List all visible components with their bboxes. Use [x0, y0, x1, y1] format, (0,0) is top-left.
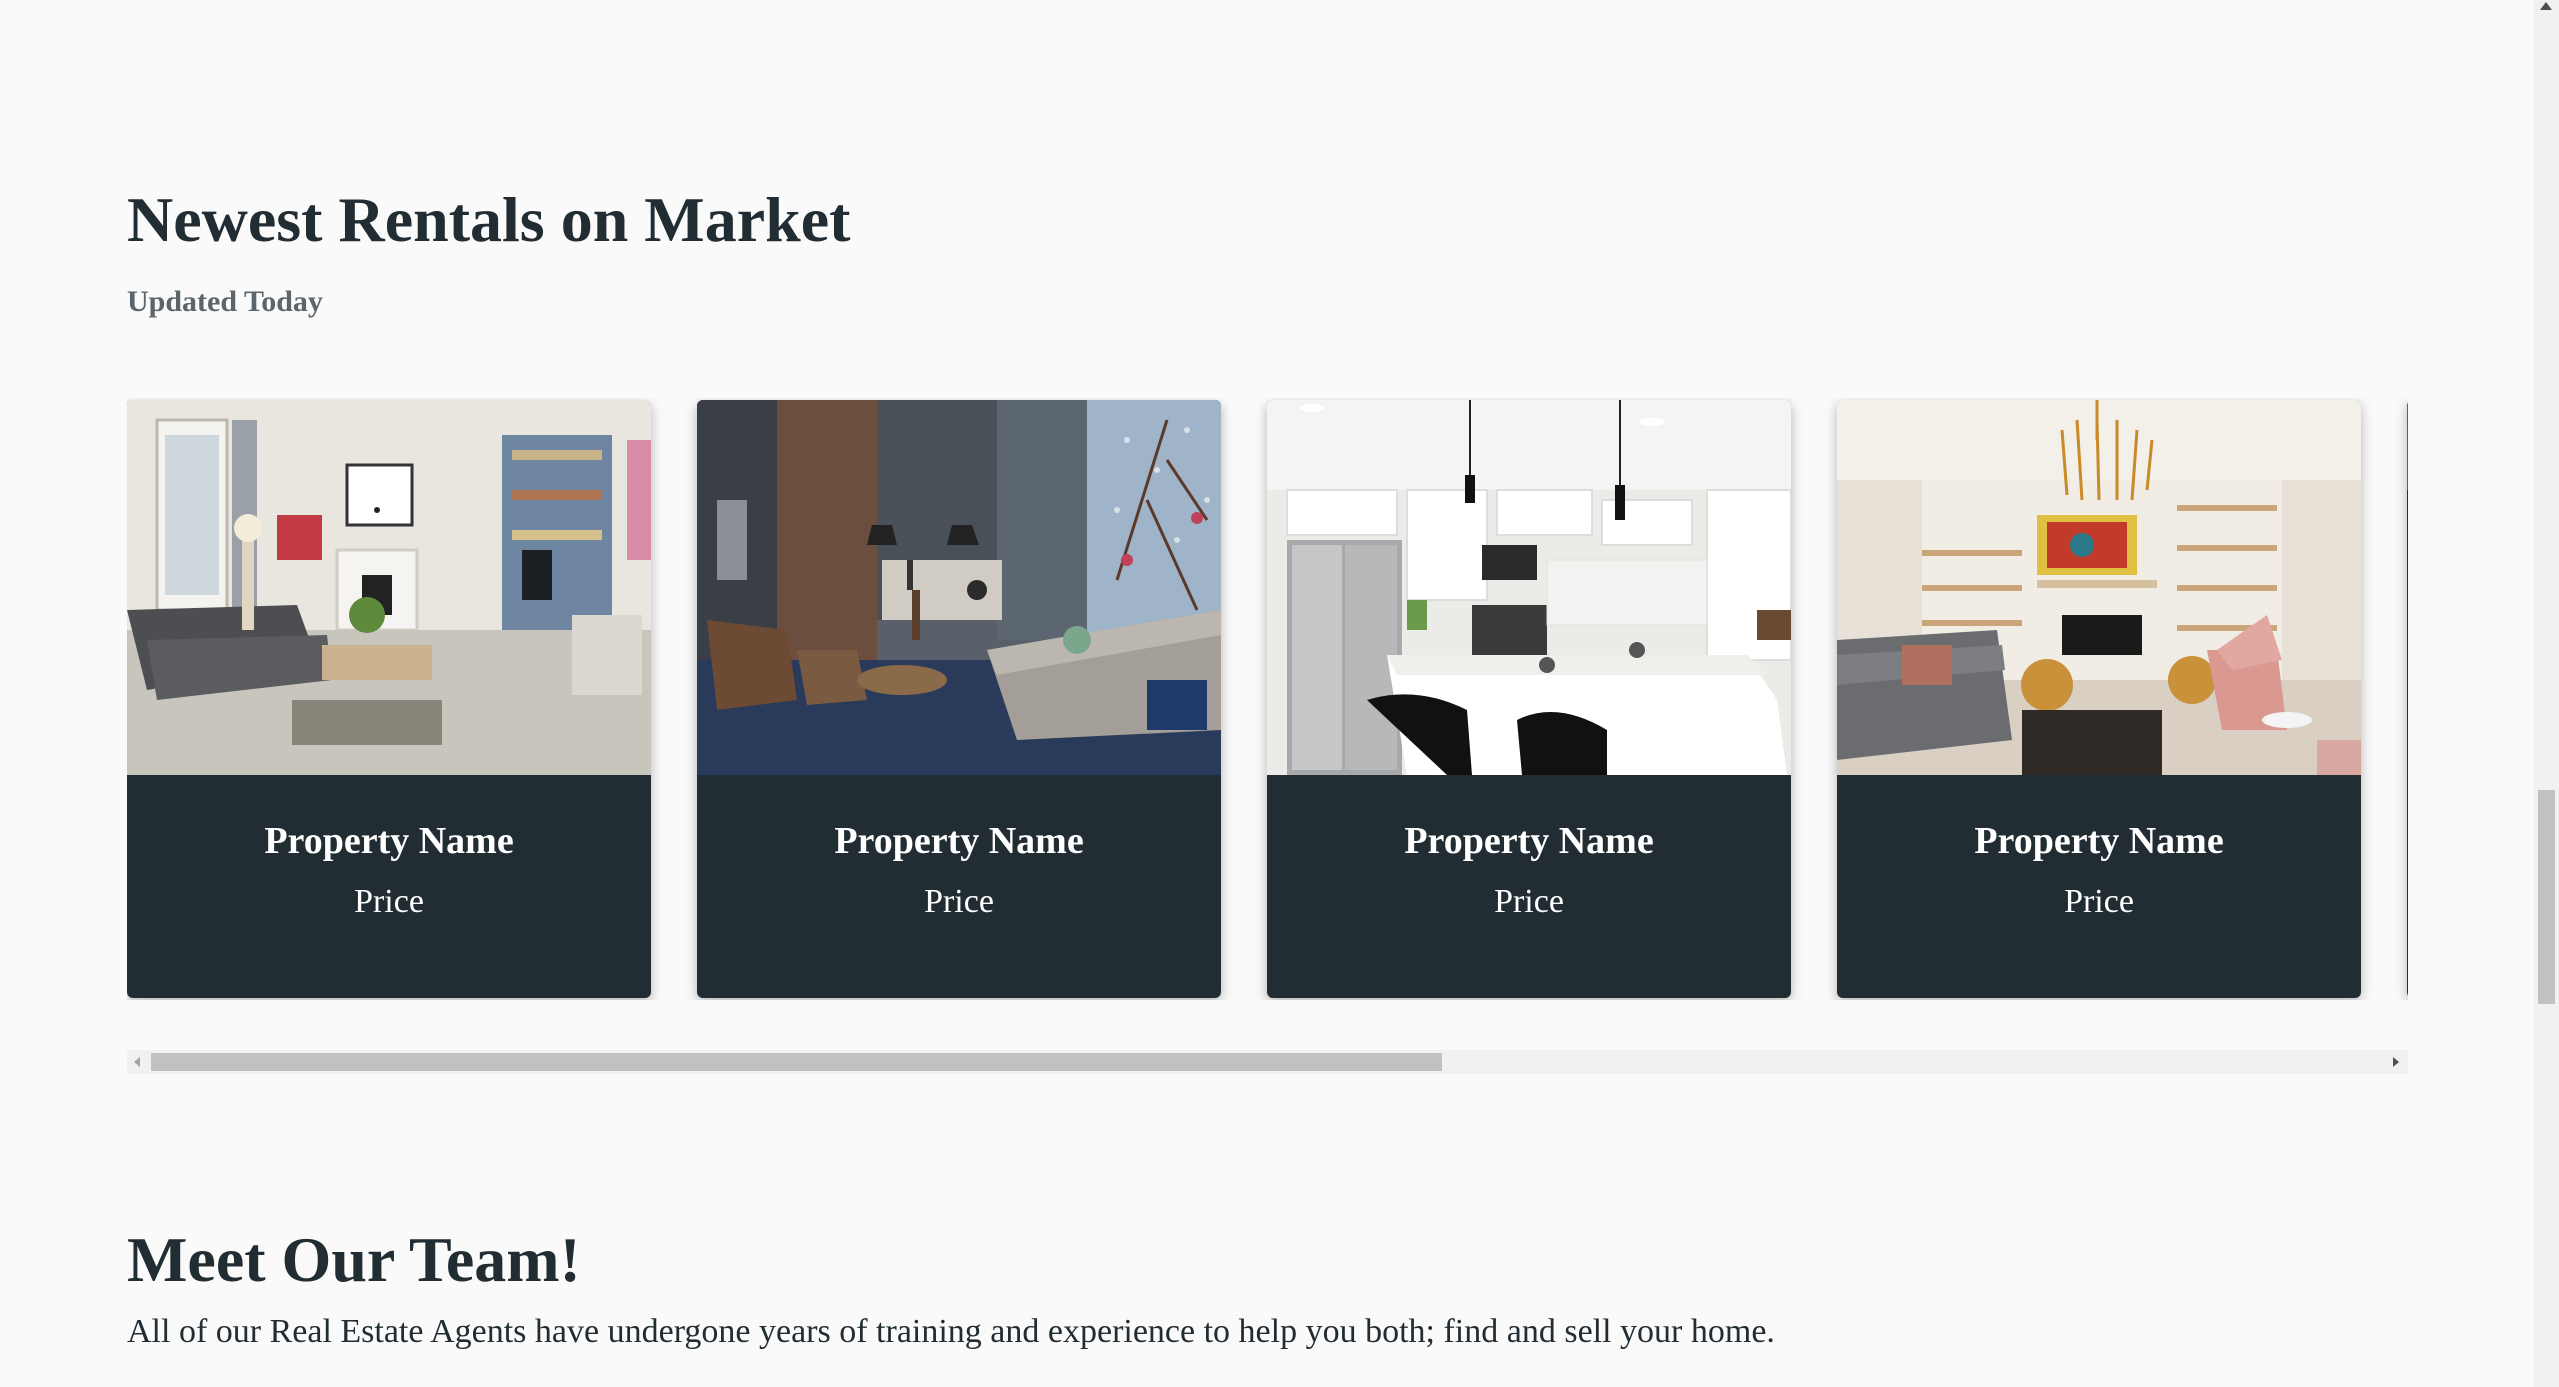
property-name[interactable]: Property Name: [127, 775, 651, 860]
property-price: Price: [1494, 883, 1564, 920]
property-name[interactable]: Property Name: [1267, 775, 1791, 860]
property-card-body: Property Name Price: [697, 775, 1221, 919]
property-card-partial[interactable]: [2407, 400, 2408, 998]
kitchen-photo: [1267, 400, 1791, 775]
rentals-carousel[interactable]: Property Name Price Property Name Price …: [127, 398, 2408, 1000]
page: Newest Rentals on Market Updated Today P…: [0, 0, 2534, 1387]
lounge-photo: [1837, 400, 2361, 775]
property-card[interactable]: Property Name Price: [1837, 400, 2361, 998]
carousel-scrollbar-thumb[interactable]: [151, 1053, 1442, 1071]
scroll-right-arrow-icon[interactable]: [2393, 1057, 2399, 1067]
rentals-heading: Newest Rentals on Market: [127, 184, 851, 255]
property-card[interactable]: Property Name Price: [127, 400, 651, 998]
property-photo-partial: [2407, 400, 2408, 775]
property-price: Price: [2064, 883, 2134, 920]
property-card-body: Property Name Price: [1267, 775, 1791, 919]
team-description: All of our Real Estate Agents have under…: [127, 1313, 1775, 1350]
property-card[interactable]: Property Name Price: [697, 400, 1221, 998]
page-scrollbar[interactable]: [2534, 0, 2559, 1387]
property-name[interactable]: Property Name: [697, 775, 1221, 860]
loft-living-room-photo: [697, 400, 1221, 775]
property-card[interactable]: Property Name Price: [1267, 400, 1791, 998]
property-price: Price: [924, 883, 994, 920]
living-room-photo: [127, 400, 651, 775]
scroll-up-arrow-icon[interactable]: [2540, 2, 2552, 10]
page-scrollbar-thumb[interactable]: [2538, 790, 2555, 1004]
team-heading: Meet Our Team!: [127, 1224, 581, 1295]
property-card-body: Property Name Price: [127, 775, 651, 919]
scroll-left-arrow-icon[interactable]: [134, 1057, 140, 1067]
property-card-body: Property Name Price: [1837, 775, 2361, 919]
carousel-scrollbar[interactable]: [127, 1050, 2408, 1074]
property-price: Price: [354, 883, 424, 920]
property-name[interactable]: Property Name: [1837, 775, 2361, 860]
rentals-subheading: Updated Today: [127, 285, 323, 318]
